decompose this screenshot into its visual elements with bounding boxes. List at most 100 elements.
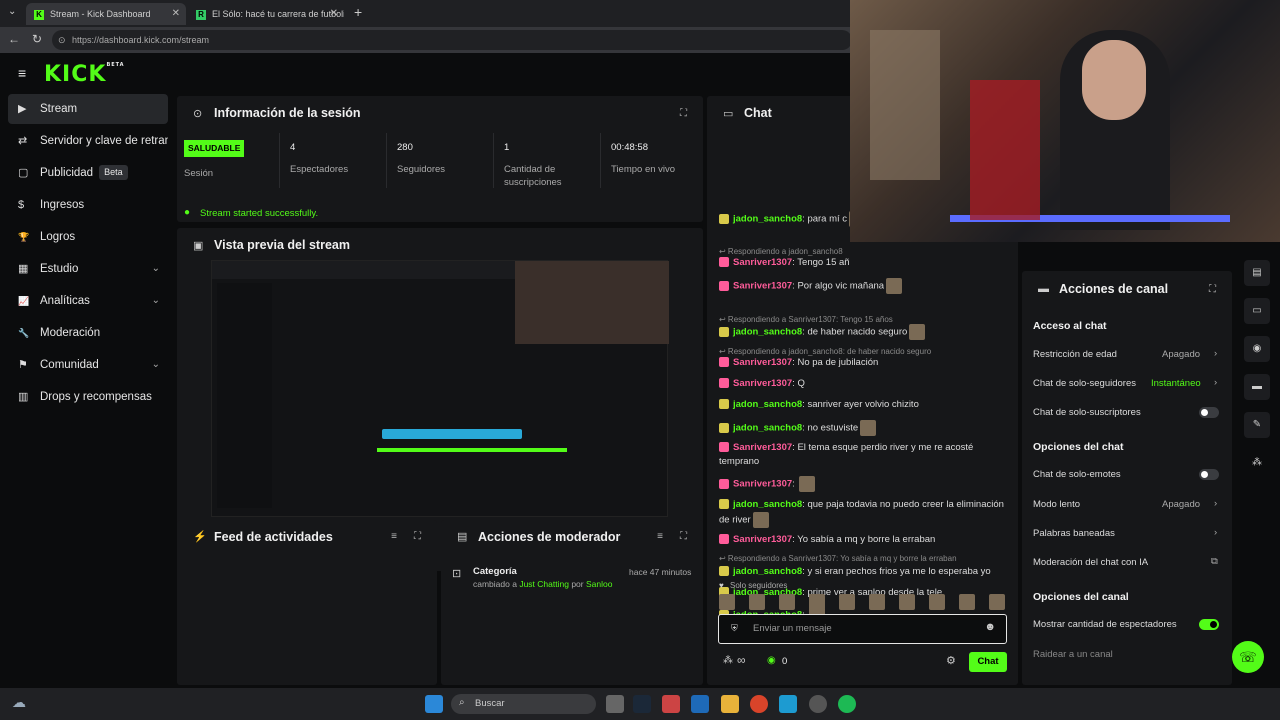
tab-list-chevron-icon[interactable]: ⌄ (8, 6, 16, 17)
chat-message[interactable]: Sanriver1307: Q (719, 377, 1009, 391)
close-tab-icon[interactable]: ✕ (172, 3, 180, 25)
back-arrow-icon[interactable]: ← (8, 32, 20, 46)
rail-chat-icon[interactable]: ▭ (1244, 298, 1270, 324)
close-tab-icon[interactable]: ✕ (330, 3, 338, 25)
chat-message[interactable]: jadon_sancho8: no estuviste (719, 420, 1009, 436)
chat-message[interactable]: jadon_sancho8: sanriver ayer volvio chiz… (719, 398, 1009, 412)
users-icon[interactable]: ⁂ (723, 655, 733, 666)
hamburger-menu-icon[interactable]: ≡ (18, 65, 26, 81)
chat-username[interactable]: jadon_sancho8 (733, 327, 802, 338)
edge-icon[interactable] (779, 695, 797, 713)
sidebar-item-studio[interactable]: ▦ Estudio ⌄ (8, 254, 168, 284)
sidebar-item-stream[interactable]: ▶ Stream (8, 94, 168, 124)
rail-record-icon[interactable]: ◉ (1244, 336, 1270, 362)
emote-icon[interactable] (749, 594, 765, 610)
emote-icon[interactable] (989, 594, 1005, 610)
chat-username[interactable]: Sanriver1307 (733, 479, 792, 490)
emote-icon[interactable] (809, 594, 825, 610)
emote-icon[interactable] (869, 594, 885, 610)
chevron-right-icon[interactable]: › (1214, 498, 1217, 509)
chat-message[interactable]: jadon_sancho8: de haber nacido seguro (719, 324, 1009, 340)
chat-message[interactable]: Sanriver1307: Yo sabía a mq y borre la e… (719, 533, 1009, 547)
expand-icon[interactable]: ⛶ (1209, 284, 1216, 295)
chat-username[interactable]: Sanriver1307 (733, 442, 792, 453)
emote-icon[interactable] (779, 594, 795, 610)
rail-list-icon[interactable]: ▤ (1244, 260, 1270, 286)
show-viewer-count-toggle[interactable] (1199, 619, 1219, 630)
send-chat-button[interactable]: Chat (969, 652, 1007, 672)
sidebar-item-moderation[interactable]: 🔧 Moderación (8, 318, 168, 348)
spotify-icon[interactable] (838, 695, 856, 713)
chat-username[interactable]: jadon_sancho8 (733, 214, 802, 225)
gear-icon[interactable]: ⚙ (946, 654, 956, 667)
chat-input[interactable]: ⛨ Enviar un mensaje ☻ (718, 614, 1007, 644)
emote-icon[interactable] (839, 594, 855, 610)
rail-card-icon[interactable]: ▬ (1244, 374, 1270, 400)
slow-mode-value[interactable]: Apagado (1162, 499, 1200, 510)
emoji-icon[interactable]: ☻ (984, 621, 996, 633)
followers-only-chat-value[interactable]: Instantáneo (1151, 378, 1201, 389)
expand-icon[interactable]: ⛶ (680, 531, 687, 542)
chat-username[interactable]: jadon_sancho8 (733, 399, 802, 410)
external-link-icon[interactable]: ⧉ (1211, 556, 1218, 567)
tab-el-solo[interactable]: R El Sólo: hacé tu carrera de futbolis ✕ (188, 3, 344, 25)
sidebar-item-ads[interactable]: ▢ Publicidad Beta (8, 158, 168, 188)
sidebar-item-community[interactable]: ⚑ Comunidad ⌄ (8, 350, 168, 380)
store-icon[interactable] (691, 695, 709, 713)
task-view-icon[interactable] (606, 695, 624, 713)
chat-message[interactable]: Sanriver1307: Tengo 15 añ (719, 256, 1009, 270)
office-icon[interactable] (662, 695, 680, 713)
subs-only-chat-toggle[interactable] (1199, 407, 1219, 418)
banned-words-label[interactable]: Palabras baneadas (1033, 528, 1115, 539)
folder-icon[interactable] (721, 695, 739, 713)
sidebar-item-income[interactable]: $ Ingresos (8, 190, 168, 220)
windows-start-icon[interactable] (425, 695, 443, 713)
taskbar-search[interactable]: ⌕ Buscar (451, 694, 596, 714)
ai-moderation-label[interactable]: Moderación del chat con IA (1033, 557, 1148, 568)
help-chat-button[interactable]: ☏ (1232, 641, 1264, 673)
new-tab-button[interactable]: + (354, 4, 362, 20)
kick-logo[interactable]: KICKBETA (44, 62, 125, 87)
followers-only-chat-label[interactable]: Chat de solo-seguidores (1033, 378, 1136, 389)
url-field[interactable]: ⊙ https://dashboard.kick.com/stream (52, 30, 852, 50)
emote-only-chat-toggle[interactable] (1199, 469, 1219, 480)
chevron-right-icon[interactable]: › (1214, 527, 1217, 538)
chat-username[interactable]: Sanriver1307 (733, 257, 792, 268)
chat-message[interactable]: jadon_sancho8: y si eran pechos frios ya… (719, 565, 1009, 579)
sidebar-item-achievements[interactable]: 🏆 Logros (8, 222, 168, 252)
reload-icon[interactable]: ↻ (32, 32, 42, 46)
steam-icon[interactable] (633, 695, 651, 713)
chat-username[interactable]: jadon_sancho8 (733, 566, 802, 577)
tab-kick-dashboard[interactable]: K Stream - Kick Dashboard ✕ (26, 3, 186, 25)
rail-wrench-icon[interactable]: ✎ (1244, 412, 1270, 438)
expand-icon[interactable]: ⛶ (680, 108, 687, 119)
chrome-icon[interactable] (750, 695, 768, 713)
chevron-right-icon[interactable]: › (1214, 377, 1217, 388)
stream-preview-video[interactable] (211, 260, 669, 517)
chat-username[interactable]: Sanriver1307 (733, 378, 792, 389)
chat-username[interactable]: jadon_sancho8 (733, 423, 802, 434)
chat-message[interactable]: jadon_sancho8: que paja todavia no puedo… (719, 498, 1009, 528)
app-icon[interactable] (809, 695, 827, 713)
site-info-icon[interactable]: ⊙ (58, 30, 66, 50)
chat-message[interactable]: Sanriver1307: Por algo vic mañana (719, 278, 1009, 294)
chat-message[interactable]: Sanriver1307: (719, 476, 1009, 492)
sidebar-item-drops[interactable]: ▥ Drops y recompensas (8, 382, 168, 412)
emote-icon[interactable] (959, 594, 975, 610)
chevron-right-icon[interactable]: › (1214, 348, 1217, 359)
points-icon[interactable]: ◉ (767, 655, 776, 666)
chat-message[interactable]: Sanriver1307: El tema esque perdio river… (719, 441, 1009, 469)
age-restriction-value[interactable]: Apagado (1162, 349, 1200, 360)
weather-icon[interactable]: ☁ (12, 694, 26, 711)
raid-channel-label[interactable]: Raidear a un canal (1033, 649, 1113, 660)
chat-message[interactable]: Sanriver1307: No pa de jubilación (719, 356, 1009, 370)
filter-icon[interactable]: ≡ (391, 531, 397, 542)
sidebar-item-server-key[interactable]: ⇄ Servidor y clave de retransmisión (8, 126, 168, 156)
expand-icon[interactable]: ⛶ (414, 531, 421, 542)
sidebar-item-analytics[interactable]: 📈 Analíticas ⌄ (8, 286, 168, 316)
slow-mode-label[interactable]: Modo lento (1033, 499, 1080, 510)
age-restriction-label[interactable]: Restricción de edad (1033, 349, 1117, 360)
chat-username[interactable]: Sanriver1307 (733, 281, 792, 292)
chat-username[interactable]: jadon_sancho8 (733, 499, 802, 510)
emote-icon[interactable] (899, 594, 915, 610)
